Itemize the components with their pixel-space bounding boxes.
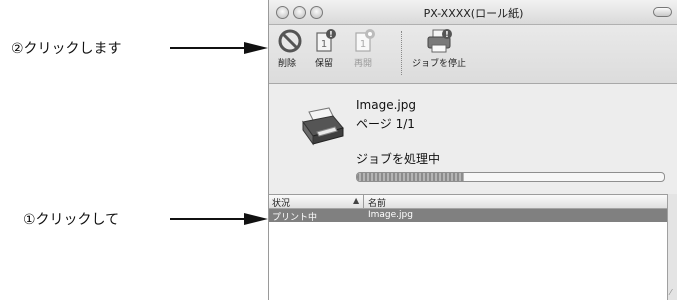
resume-label: 再開 — [353, 59, 372, 69]
job-queue-list: 状況 ▲ 名前 プリント中 Image.jpg — [269, 194, 667, 300]
toolbar: 削除 1 ! 保留 1 再開 ! ジョブを停止 — [269, 25, 677, 84]
svg-text:!: ! — [329, 30, 333, 39]
title-bar: PX-XXXX(ロール紙) — [269, 0, 677, 25]
svg-text:1: 1 — [360, 39, 366, 50]
printer-badge-icon: ! — [409, 28, 469, 54]
annotation-arrow-step2 — [170, 42, 270, 54]
sort-ascending-icon[interactable]: ▲ — [353, 196, 359, 205]
stop-jobs-label: ジョブを停止 — [411, 59, 466, 69]
job-page-info: ページ 1/1 — [356, 117, 415, 131]
resize-grip-icon[interactable]: ⁄ — [670, 288, 677, 300]
document-badge-icon: 1 ! — [307, 28, 341, 54]
svg-text:!: ! — [445, 30, 449, 39]
delete-label: 削除 — [277, 59, 296, 69]
column-header-status[interactable]: 状況 — [272, 196, 290, 209]
delete-button[interactable]: 削除 — [273, 28, 302, 69]
toolbar-separator — [401, 31, 403, 75]
stop-jobs-button[interactable]: ! ジョブを停止 — [409, 28, 469, 69]
column-divider[interactable] — [363, 195, 364, 208]
resume-button[interactable]: 1 再開 — [346, 28, 380, 69]
toolbar-toggle-button[interactable] — [653, 7, 672, 17]
document-badge-icon: 1 — [346, 28, 380, 54]
job-progress-bar — [356, 172, 665, 182]
table-row[interactable]: プリント中 Image.jpg — [269, 209, 667, 223]
job-status-text: ジョブを処理中 — [356, 152, 441, 166]
job-file-name: Image.jpg — [356, 98, 416, 112]
annotation-step2: ②クリックします — [11, 41, 122, 57]
no-entry-icon — [273, 28, 302, 54]
hold-label: 保留 — [314, 59, 333, 69]
annotation-arrow-step1 — [170, 213, 270, 225]
vertical-scrollbar[interactable] — [667, 194, 677, 300]
printer-queue-window: PX-XXXX(ロール紙) 削除 1 ! 保留 1 再開 ! ジョブを停止 Im… — [268, 0, 677, 300]
printer-icon — [299, 106, 347, 146]
window-title: PX-XXXX(ロール紙) — [423, 7, 524, 20]
svg-text:1: 1 — [321, 39, 327, 50]
list-header: 状況 ▲ 名前 — [269, 195, 667, 209]
hold-button[interactable]: 1 ! 保留 — [307, 28, 341, 69]
row-name: Image.jpg — [368, 210, 413, 220]
job-progress-fill — [357, 173, 465, 181]
column-header-name[interactable]: 名前 — [368, 196, 386, 209]
annotation-step1: ①クリックして — [23, 212, 120, 228]
row-status: プリント中 — [272, 213, 318, 223]
active-job-panel: Image.jpg ページ 1/1 ジョブを処理中 — [269, 84, 677, 190]
